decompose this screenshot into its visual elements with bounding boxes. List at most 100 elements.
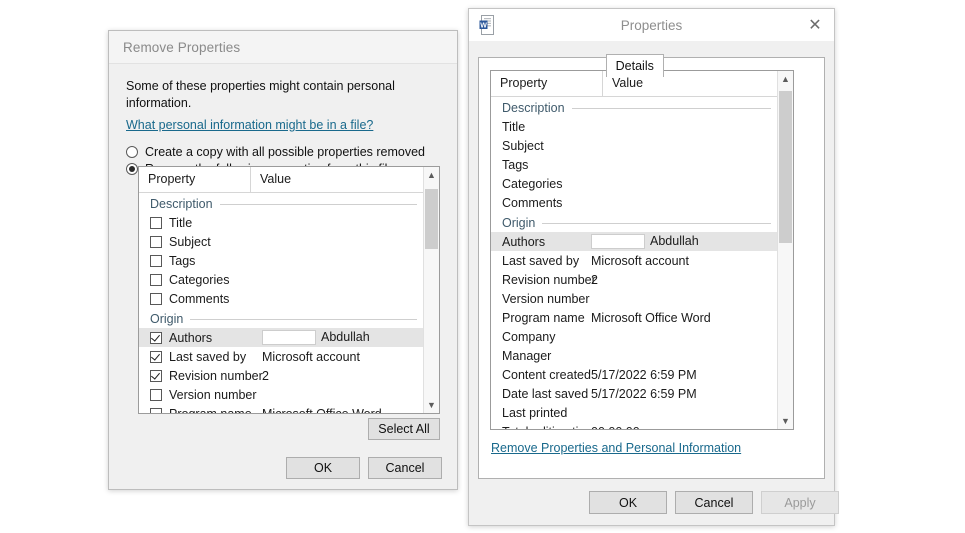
remove-properties-cancel-button[interactable]: Cancel — [368, 457, 442, 479]
group-header-origin-label: Origin — [150, 312, 184, 326]
table-row[interactable]: Program name Microsoft Office Word — [491, 308, 777, 327]
remove-properties-listbox[interactable]: Property Value Description Title Subject… — [138, 166, 440, 414]
word-document-icon: W — [479, 15, 496, 35]
checkbox-categories[interactable] — [150, 273, 162, 286]
table-row[interactable]: Date last saved 5/17/2022 6:59 PM — [491, 384, 777, 403]
properties-apply-button: Apply — [761, 491, 839, 514]
authors-edit-field[interactable] — [591, 234, 645, 250]
checkbox-last-saved-by[interactable] — [150, 350, 162, 363]
properties-cancel-button[interactable]: Cancel — [675, 491, 753, 514]
table-row[interactable]: Last saved by Microsoft account — [491, 251, 777, 270]
scroll-up-icon[interactable]: ▲ — [424, 167, 439, 183]
property-name: Date last saved — [502, 386, 589, 401]
table-row[interactable]: Tags — [139, 251, 423, 270]
property-name: Title — [502, 119, 526, 134]
group-header-description-rule — [571, 107, 771, 109]
select-all-button[interactable]: Select All — [368, 418, 440, 440]
property-value: Abdullah — [650, 233, 699, 248]
remove-properties-scrollbar[interactable]: ▲ ▼ — [423, 167, 439, 413]
property-name: Version number — [169, 387, 257, 402]
properties-titlebar: W Properties ✕ — [469, 9, 834, 41]
remove-properties-titlebar: Remove Properties — [109, 31, 457, 64]
details-properties-listbox[interactable]: Property Value Description Title Subject — [490, 70, 794, 430]
property-value: Microsoft account — [262, 349, 360, 364]
table-row[interactable]: Program name Microsoft Office Word — [139, 404, 423, 413]
scroll-up-icon[interactable]: ▲ — [778, 71, 793, 87]
property-name: Program name — [502, 310, 585, 325]
property-name: Comments — [502, 195, 563, 210]
scrollbar-thumb[interactable] — [779, 91, 792, 243]
radio-remove-properties-indicator[interactable] — [126, 162, 138, 175]
checkbox-tags[interactable] — [150, 254, 162, 267]
property-name: Categories — [169, 272, 230, 287]
details-scrollbar[interactable]: ▲ ▼ — [777, 71, 793, 429]
personal-information-help-link[interactable]: What personal information might be in a … — [126, 118, 373, 132]
property-name: Program name — [169, 407, 262, 414]
table-row[interactable]: Comments — [491, 193, 777, 212]
checkbox-version-number[interactable] — [150, 388, 162, 401]
checkbox-program-name[interactable] — [150, 407, 162, 413]
column-header-value: Value — [260, 172, 292, 186]
group-header-description-rule — [219, 203, 417, 205]
property-name: Tags — [169, 253, 196, 268]
table-row[interactable]: Version number — [491, 289, 777, 308]
radio-create-copy[interactable]: Create a copy with all possible properti… — [126, 145, 441, 159]
group-header-description-label: Description — [150, 197, 213, 211]
properties-ok-button[interactable]: OK — [589, 491, 667, 514]
remove-properties-ok-button[interactable]: OK — [286, 457, 360, 479]
table-row[interactable]: Last printed — [491, 403, 777, 422]
radio-create-copy-label: Create a copy with all possible properti… — [145, 144, 425, 159]
property-name: Total editing time — [502, 425, 596, 430]
remove-properties-personal-info-link[interactable]: Remove Properties and Personal Informati… — [491, 441, 741, 455]
table-row[interactable]: Title — [139, 213, 423, 232]
table-row[interactable]: Revision number 2 — [139, 366, 423, 385]
property-name: Version number — [502, 291, 590, 306]
property-value: 5/17/2022 6:59 PM — [591, 386, 697, 401]
table-row[interactable]: Version number — [139, 385, 423, 404]
property-value-cell[interactable]: Abdullah — [591, 233, 777, 250]
property-value: Abdullah — [321, 329, 370, 344]
table-row[interactable]: Subject — [491, 136, 777, 155]
scroll-down-icon[interactable]: ▼ — [424, 397, 439, 413]
table-row[interactable]: Manager — [491, 346, 777, 365]
table-row[interactable]: Authors Abdullah — [491, 232, 777, 251]
property-name: Comments — [169, 291, 230, 306]
table-row[interactable]: Authors Abdullah — [139, 328, 423, 347]
close-icon[interactable]: ✕ — [804, 15, 826, 35]
table-row[interactable]: Subject — [139, 232, 423, 251]
group-header-origin: Origin — [491, 212, 777, 232]
column-header-property: Property — [139, 167, 251, 192]
table-row[interactable]: Last saved by Microsoft account — [139, 347, 423, 366]
property-name: Company — [502, 329, 556, 344]
table-row[interactable]: Title — [491, 117, 777, 136]
property-name: Revision number — [169, 368, 263, 383]
property-value: 5/17/2022 6:59 PM — [591, 367, 697, 382]
property-value-cell[interactable]: Abdullah — [262, 329, 423, 346]
checkbox-revision-number[interactable] — [150, 369, 162, 382]
table-row[interactable]: Categories — [491, 174, 777, 193]
group-header-description-label: Description — [502, 101, 565, 115]
checkbox-title[interactable] — [150, 216, 162, 229]
remove-properties-list-inner: Property Value Description Title Subject… — [139, 167, 423, 413]
checkbox-subject[interactable] — [150, 235, 162, 248]
table-row[interactable]: Revision number 2 — [491, 270, 777, 289]
checkbox-authors[interactable] — [150, 331, 162, 344]
authors-edit-field[interactable] — [262, 330, 316, 346]
table-row[interactable]: Categories — [139, 270, 423, 289]
checkbox-comments[interactable] — [150, 292, 162, 305]
property-value: Microsoft Office Word — [591, 310, 711, 325]
table-row[interactable]: Tags — [491, 155, 777, 174]
radio-create-copy-indicator[interactable] — [126, 145, 138, 158]
property-value: Microsoft account — [591, 253, 689, 268]
table-row[interactable]: Company — [491, 327, 777, 346]
table-row[interactable]: Comments — [139, 289, 423, 308]
scrollbar-thumb[interactable] — [425, 189, 438, 249]
tab-details[interactable]: Details — [605, 54, 664, 77]
remove-properties-title: Remove Properties — [123, 39, 241, 55]
group-header-description: Description — [139, 193, 423, 213]
remove-properties-body: Some of these properties might contain p… — [109, 64, 457, 176]
table-row[interactable]: Content created 5/17/2022 6:59 PM — [491, 365, 777, 384]
scroll-down-icon[interactable]: ▼ — [778, 413, 793, 429]
table-row[interactable]: Total editing time 00:00:00 — [491, 422, 777, 430]
property-value: 2 — [591, 272, 598, 287]
